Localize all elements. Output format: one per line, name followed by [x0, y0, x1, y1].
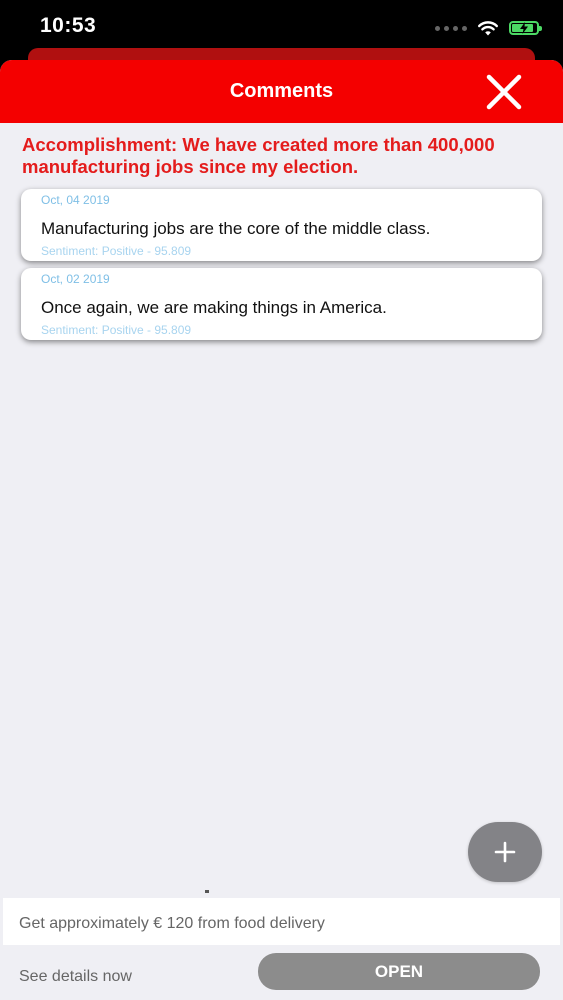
ad-details-link[interactable]: See details now [19, 968, 132, 986]
close-button[interactable] [485, 73, 523, 111]
comments-sheet: Comments Accomplishment: We have created… [0, 60, 563, 1000]
plus-icon [494, 841, 516, 863]
comment-card[interactable]: Oct, 04 2019 Manufacturing jobs are the … [21, 189, 542, 261]
comment-date: Oct, 02 2019 [41, 272, 110, 286]
comment-card[interactable]: Oct, 02 2019 Once again, we are making t… [21, 268, 542, 340]
ad-headline-box: Get approximately € 120 from food delive… [3, 898, 560, 945]
page-title: Comments [229, 80, 334, 102]
ad-banner[interactable]: Get approximately € 120 from food delive… [0, 898, 563, 1000]
divider [205, 890, 209, 893]
comment-text: Once again, we are making things in Amer… [41, 298, 387, 317]
header: Comments [0, 60, 563, 123]
open-button[interactable]: OPEN [258, 953, 540, 990]
status-time: 10:53 [40, 14, 97, 37]
wifi-icon [478, 20, 498, 35]
accomplishment-text: Accomplishment: We have created more tha… [22, 134, 495, 177]
close-icon [486, 74, 522, 110]
add-comment-button[interactable] [468, 822, 542, 882]
comment-sentiment: Sentiment: Positive - 95.809 [41, 323, 192, 337]
charging-bolt-icon [520, 22, 528, 34]
comment-date: Oct, 04 2019 [41, 193, 110, 207]
comment-sentiment: Sentiment: Positive - 95.809 [41, 244, 192, 258]
status-icons [435, 17, 542, 39]
cellular-signal-icon [435, 25, 467, 31]
battery-icon [509, 21, 542, 35]
ad-headline: Get approximately € 120 from food delive… [19, 915, 325, 932]
comment-text: Manufacturing jobs are the core of the m… [41, 219, 431, 238]
